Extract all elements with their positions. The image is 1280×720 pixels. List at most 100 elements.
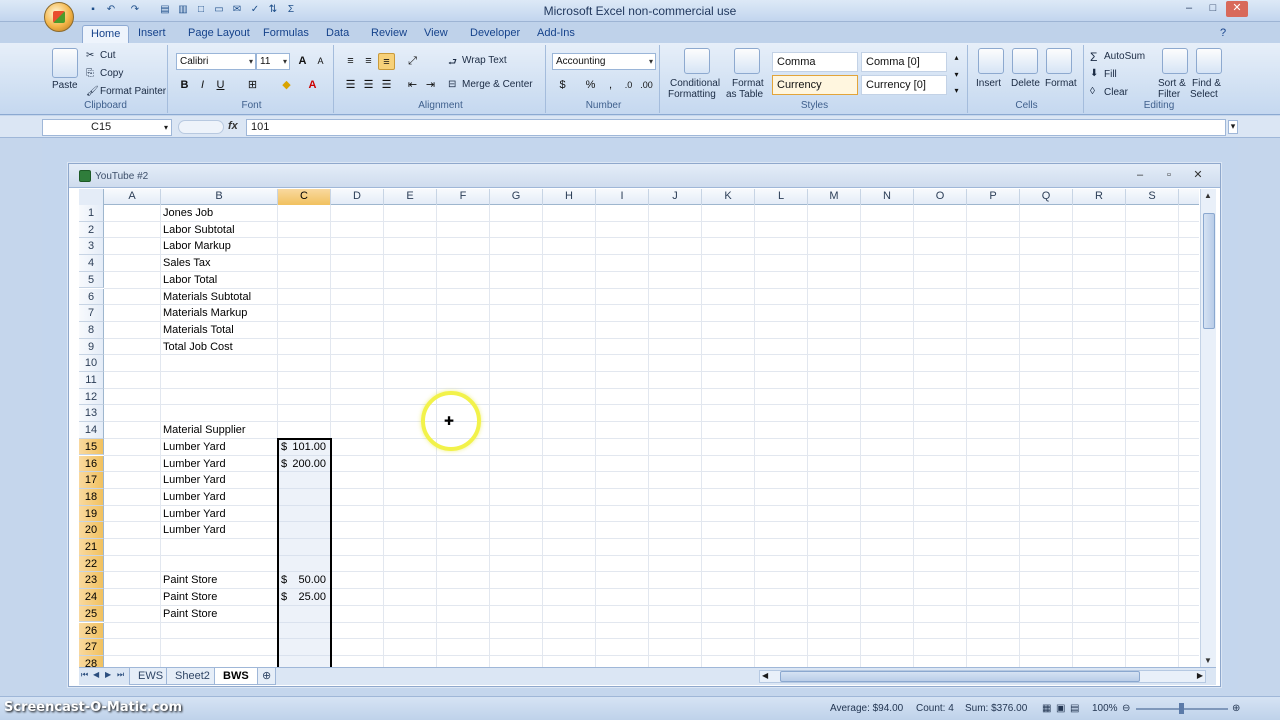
row-header[interactable]: 5 bbox=[79, 271, 104, 289]
merge-icon[interactable]: ⊟ bbox=[448, 79, 456, 90]
row-header[interactable]: 15 bbox=[79, 438, 104, 456]
cell-b[interactable]: Lumber Yard bbox=[163, 456, 277, 472]
column-header[interactable]: R bbox=[1073, 189, 1126, 205]
underline-button[interactable]: U bbox=[212, 77, 229, 94]
cell-b[interactable]: Paint Store bbox=[163, 572, 277, 588]
copy-icon[interactable]: ⎘ bbox=[86, 68, 94, 79]
cell-b[interactable]: Materials Total bbox=[163, 322, 277, 338]
increase-indent-icon[interactable]: ⇥ bbox=[422, 77, 439, 94]
format-cells-icon[interactable] bbox=[1046, 48, 1072, 74]
copy-button[interactable]: Copy bbox=[100, 68, 123, 79]
bold-button[interactable]: B bbox=[176, 77, 193, 94]
row-header[interactable]: 25 bbox=[79, 605, 104, 623]
align-top-icon[interactable]: ≡ bbox=[342, 53, 359, 70]
row-header[interactable]: 23 bbox=[79, 572, 104, 590]
cell-c-currency[interactable]: $200.00 bbox=[278, 456, 331, 472]
prev-sheet-icon[interactable]: ◀ bbox=[93, 670, 99, 679]
row-header[interactable]: 21 bbox=[79, 539, 104, 556]
font-color-icon[interactable]: A bbox=[304, 77, 321, 94]
column-header[interactable]: I bbox=[596, 189, 649, 205]
eraser-icon[interactable]: ◊ bbox=[1090, 86, 1095, 97]
comma-style-button[interactable]: , bbox=[602, 77, 619, 94]
italic-button[interactable]: I bbox=[194, 77, 211, 94]
insert-cells-icon[interactable] bbox=[978, 48, 1004, 74]
page-break-view-icon[interactable]: ▤ bbox=[1070, 703, 1079, 714]
help-icon[interactable]: ? bbox=[1220, 25, 1226, 43]
row-header[interactable]: 4 bbox=[79, 255, 104, 272]
row-header[interactable]: 2 bbox=[79, 221, 104, 239]
tab-developer[interactable]: Developer bbox=[462, 25, 528, 43]
cell-b[interactable]: Lumber Yard bbox=[163, 522, 277, 538]
tab-formulas[interactable]: Formulas bbox=[255, 25, 317, 43]
cell-b[interactable]: Materials Markup bbox=[163, 305, 277, 321]
cell-b[interactable]: Lumber Yard bbox=[163, 489, 277, 505]
formula-input[interactable]: 101 bbox=[246, 119, 1226, 136]
clear-button[interactable]: Clear bbox=[1104, 87, 1128, 98]
conditional-label[interactable]: Conditional bbox=[670, 78, 720, 89]
sheet-tab-bws[interactable]: BWS bbox=[214, 668, 258, 685]
column-header[interactable]: H bbox=[543, 189, 596, 205]
zoom-level[interactable]: 100% bbox=[1092, 703, 1118, 714]
shrink-font-button[interactable]: A bbox=[312, 53, 329, 70]
format-as-table-icon[interactable] bbox=[734, 48, 760, 74]
find-label[interactable]: Find & bbox=[1192, 78, 1221, 89]
first-sheet-icon[interactable]: ⏮ bbox=[81, 670, 88, 680]
scissors-icon[interactable]: ✂ bbox=[86, 50, 94, 61]
decrease-decimal-icon[interactable]: .00 bbox=[638, 77, 655, 94]
close-icon[interactable]: ✕ bbox=[1226, 1, 1248, 17]
cell-b[interactable]: Lumber Yard bbox=[163, 439, 277, 455]
tab-add-ins[interactable]: Add-Ins bbox=[529, 25, 583, 43]
sort-filter-icon[interactable] bbox=[1162, 48, 1188, 74]
minimize-icon[interactable]: – bbox=[1178, 1, 1200, 17]
sheet-tab-sheet2[interactable]: Sheet2 bbox=[166, 668, 219, 685]
column-header[interactable]: N bbox=[861, 189, 914, 205]
vertical-scrollbar[interactable]: ▲ ▼ bbox=[1200, 189, 1216, 667]
cell-b[interactable]: Material Supplier bbox=[163, 422, 277, 438]
cell-b[interactable]: Labor Total bbox=[163, 272, 277, 288]
style-currency-0[interactable]: Currency [0] bbox=[861, 75, 947, 95]
cell-b[interactable]: Lumber Yard bbox=[163, 472, 277, 488]
row-header[interactable]: 13 bbox=[79, 405, 104, 423]
autosum-button[interactable]: AutoSum bbox=[1104, 51, 1145, 62]
next-sheet-icon[interactable]: ▶ bbox=[105, 670, 111, 679]
row-header[interactable]: 19 bbox=[79, 505, 104, 523]
binoculars-icon[interactable] bbox=[1196, 48, 1222, 74]
row-header[interactable]: 3 bbox=[79, 238, 104, 256]
cell-b[interactable]: Total Job Cost bbox=[163, 339, 277, 355]
tab-data[interactable]: Data bbox=[318, 25, 357, 43]
cell-b[interactable]: Paint Store bbox=[163, 606, 277, 622]
horizontal-scrollbar[interactable]: ◀ ▶ bbox=[759, 670, 1206, 683]
filter-label[interactable]: Filter bbox=[1158, 89, 1180, 100]
format-button[interactable]: Format bbox=[1045, 78, 1077, 89]
number-format-select[interactable]: Accounting ▾ bbox=[552, 53, 656, 70]
orientation-icon[interactable]: ⤢ bbox=[404, 53, 421, 70]
increase-decimal-icon[interactable]: .0 bbox=[620, 77, 637, 94]
row-header[interactable]: 7 bbox=[79, 305, 104, 322]
column-header[interactable]: Q bbox=[1020, 189, 1073, 205]
wrap-text-button[interactable]: Wrap Text bbox=[462, 55, 507, 66]
row-header[interactable]: 20 bbox=[79, 522, 104, 539]
fill-color-icon[interactable]: ◆ bbox=[278, 77, 295, 94]
currency-format-button[interactable]: $ bbox=[554, 77, 571, 94]
scroll-right-icon[interactable]: ▶ bbox=[1197, 671, 1203, 680]
format-painter-button[interactable]: Format Painter bbox=[100, 86, 166, 97]
tab-view[interactable]: View bbox=[416, 25, 456, 43]
cell-b[interactable]: Materials Subtotal bbox=[163, 289, 277, 305]
sigma-icon[interactable]: Σ bbox=[1090, 50, 1097, 64]
cell-b[interactable]: Paint Store bbox=[163, 589, 277, 605]
column-header[interactable]: M bbox=[808, 189, 861, 205]
style-comma[interactable]: Comma bbox=[772, 52, 858, 72]
tab-insert[interactable]: Insert bbox=[130, 25, 174, 43]
row-header[interactable]: 8 bbox=[79, 321, 104, 339]
cut-button[interactable]: Cut bbox=[100, 50, 116, 61]
wb-restore-icon[interactable]: ▫ bbox=[1160, 169, 1178, 183]
paste-icon[interactable] bbox=[52, 48, 78, 78]
row-header[interactable]: 10 bbox=[79, 355, 104, 372]
insert-sheet-icon[interactable]: ⊕ bbox=[257, 668, 277, 685]
select-label[interactable]: Select bbox=[1190, 89, 1218, 100]
borders-icon[interactable]: ⊞ bbox=[244, 77, 261, 94]
formula-expand-handle[interactable] bbox=[178, 120, 224, 134]
normal-view-icon[interactable]: ▦ bbox=[1042, 703, 1051, 714]
delete-cells-icon[interactable] bbox=[1012, 48, 1038, 74]
zoom-out-icon[interactable]: ⊖ bbox=[1122, 703, 1130, 714]
